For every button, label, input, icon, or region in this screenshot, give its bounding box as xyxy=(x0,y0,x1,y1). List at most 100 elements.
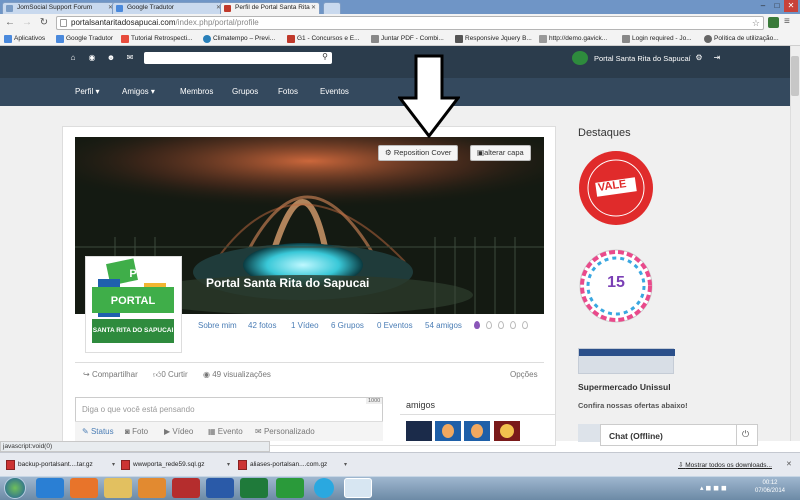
share-button[interactable]: ↪ Compartilhar xyxy=(83,370,138,379)
bookmark-gavick[interactable]: http://demo.gavick... xyxy=(539,34,607,44)
taskbar-word-icon[interactable] xyxy=(206,478,234,498)
download-item[interactable]: aliases-portalsan....com.gz ▾ xyxy=(236,458,349,474)
composer-tab-event[interactable]: ▦ Evento xyxy=(208,427,243,436)
stat-friends[interactable]: 54 amigos xyxy=(425,321,462,330)
profile-name: Portal Santa Rita do Sapucai xyxy=(206,276,370,290)
composer-tab-status[interactable]: ✎ Status xyxy=(82,427,114,436)
bookmark-g1[interactable]: G1 - Concursos e E... xyxy=(287,34,360,44)
system-clock[interactable]: 00:12 07/06/2014 xyxy=(750,479,790,495)
download-item[interactable]: backup-portalsant....tar.gz ▾ xyxy=(4,458,117,474)
nav-membros[interactable]: Membros xyxy=(180,78,213,106)
start-button[interactable] xyxy=(4,477,26,499)
translate-icon xyxy=(56,35,64,43)
scrollbar-thumb[interactable] xyxy=(791,56,799,96)
taskbar-filezilla-icon[interactable] xyxy=(172,478,200,498)
change-cover-button[interactable]: ▣alterar capa xyxy=(470,145,531,161)
close-downloads-icon[interactable]: ✕ xyxy=(786,460,792,468)
taskbar-firefox-icon[interactable] xyxy=(70,478,98,498)
site-brand-link[interactable]: Portal Santa Rita do Sapucaí xyxy=(594,54,691,63)
button-label: 0 Curtir xyxy=(161,370,188,379)
stat-about-me[interactable]: Sobre mim xyxy=(198,321,237,330)
bookmark-responsive-jquery[interactable]: Responsive Jquery B... xyxy=(455,34,532,44)
stat-events[interactable]: 0 Eventos xyxy=(377,321,413,330)
bookmark-login-required[interactable]: Login required - Jo... xyxy=(622,34,692,44)
taskbar-app-icon[interactable] xyxy=(276,478,304,498)
maximize-icon[interactable]: □ xyxy=(770,0,784,12)
nav-fotos[interactable]: Fotos xyxy=(278,78,298,106)
avatar-caption: SANTA RITA DO SAPUCAI xyxy=(92,327,174,334)
taskbar-chrome-icon[interactable] xyxy=(344,478,372,498)
url-path: /index.php/portal/profile xyxy=(175,18,259,27)
page-scrollbar[interactable] xyxy=(790,46,800,441)
taskbar-explorer-icon[interactable] xyxy=(104,478,132,498)
bookmark-tutorial[interactable]: Tutorial Retrospecti... xyxy=(121,34,193,44)
logout-icon[interactable]: ⇥ xyxy=(712,53,722,63)
status-input[interactable]: Diga o que você está pensando xyxy=(82,405,195,414)
stat-photos[interactable]: 42 fotos xyxy=(248,321,276,330)
site-header-spacer xyxy=(0,70,790,78)
minimize-icon[interactable]: – xyxy=(756,0,770,12)
drop-rating-icon[interactable] xyxy=(474,321,480,329)
forward-icon[interactable]: → xyxy=(21,17,33,29)
button-label: Reposition Cover xyxy=(393,148,452,157)
friends-icon[interactable]: ☻ xyxy=(106,53,116,63)
back-icon[interactable]: ← xyxy=(4,17,16,29)
menu-icon[interactable]: ≡ xyxy=(784,16,790,27)
taskbar-excel-icon[interactable] xyxy=(240,478,268,498)
browser-tab-google-tradutor[interactable]: Google Tradutor ✕ xyxy=(112,2,225,14)
show-all-downloads-link[interactable]: ⇩ Mostrar todos os downloads... xyxy=(678,461,772,469)
globe-icon[interactable]: ◉ xyxy=(87,53,97,63)
bookmark-google-tradutor[interactable]: Google Tradutor xyxy=(56,34,113,44)
gear-icon[interactable]: ⚙ xyxy=(694,53,704,63)
nav-grupos[interactable]: Grupos xyxy=(232,78,258,106)
extension-icon[interactable] xyxy=(768,17,779,28)
taskbar-media-icon[interactable] xyxy=(138,478,166,498)
composer-tab-photo[interactable]: ◙ Foto xyxy=(125,427,148,436)
new-tab-button[interactable] xyxy=(323,2,341,14)
reload-icon[interactable]: ↻ xyxy=(38,17,50,29)
bookmark-label: Google Tradutor xyxy=(66,35,113,42)
reposition-cover-button[interactable]: ⚙ Reposition Cover xyxy=(378,145,459,161)
browser-tab-jomsocial[interactable]: JomSocial Support Forum ✕ xyxy=(2,2,117,14)
stat-videos[interactable]: 1 Vídeo xyxy=(291,321,319,330)
drop-rating-icon[interactable] xyxy=(510,321,516,329)
bookmark-politica[interactable]: Política de utilização... xyxy=(704,34,779,44)
supermarket-banner-image[interactable] xyxy=(578,348,675,374)
bookmark-juntar-pdf[interactable]: Juntar PDF - Combi... xyxy=(371,34,444,44)
nav-perfil[interactable]: Perfil ▾ xyxy=(75,78,99,106)
nav-eventos[interactable]: Eventos xyxy=(320,78,349,106)
close-icon[interactable]: ✕ xyxy=(311,3,316,13)
offer-thumbnail[interactable] xyxy=(578,424,600,442)
drop-rating-icon[interactable] xyxy=(486,321,492,329)
tab-label: JomSocial Support Forum xyxy=(17,4,93,11)
user-avatar[interactable] xyxy=(572,51,588,65)
bookmark-aplicativos[interactable]: Aplicativos xyxy=(4,34,45,44)
composer-tab-video[interactable]: ▶ Vídeo xyxy=(164,427,193,436)
supermarket-title[interactable]: Supermercado Unissul xyxy=(578,382,671,392)
download-item[interactable]: wwwporta_rede59.sql.gz ▾ xyxy=(119,458,232,474)
supermarket-text: Confira nossas ofertas abaixo! xyxy=(578,401,688,410)
address-bar[interactable]: portalsantaritadosapucai.com/index.php/p… xyxy=(56,16,764,30)
tray-icons[interactable]: ▴ ◼ ◼ ◼ xyxy=(700,484,727,492)
taskbar-skype-icon[interactable] xyxy=(314,478,334,498)
window-close-icon[interactable]: ✕ xyxy=(784,0,798,12)
friend-avatar[interactable] xyxy=(406,421,432,441)
like-button[interactable]: 👍︎0 Curtir xyxy=(153,370,188,380)
bookmarks-bar: Aplicativos Google Tradutor Tutorial Ret… xyxy=(0,32,800,46)
bookmark-climatempo[interactable]: Climatempo – Previ... xyxy=(203,34,275,44)
options-button[interactable]: Opções xyxy=(510,370,538,379)
profile-avatar[interactable]: P PORTAL SANTA RITA DO SAPUCAI xyxy=(85,256,182,353)
browser-tab-perfil[interactable]: Perfil de Portal Santa Rita ✕ xyxy=(220,2,320,14)
power-icon[interactable]: ⏻ xyxy=(742,429,749,440)
drop-rating-icon[interactable] xyxy=(522,321,528,329)
search-icon[interactable]: ⚲ xyxy=(322,52,328,61)
taskbar-ie-icon[interactable] xyxy=(36,478,64,498)
bookmark-star-icon[interactable]: ☆ xyxy=(752,17,760,29)
site-search-input[interactable]: ⚲ xyxy=(144,52,332,64)
mail-icon[interactable]: ✉ xyxy=(125,53,135,63)
stat-groups[interactable]: 6 Grupos xyxy=(331,321,364,330)
nav-amigos[interactable]: Amigos ▾ xyxy=(122,78,155,106)
drop-rating-icon[interactable] xyxy=(498,321,504,329)
home-icon[interactable]: ⌂ xyxy=(68,53,78,63)
composer-tab-custom[interactable]: ✉ Personalizado xyxy=(255,427,315,436)
